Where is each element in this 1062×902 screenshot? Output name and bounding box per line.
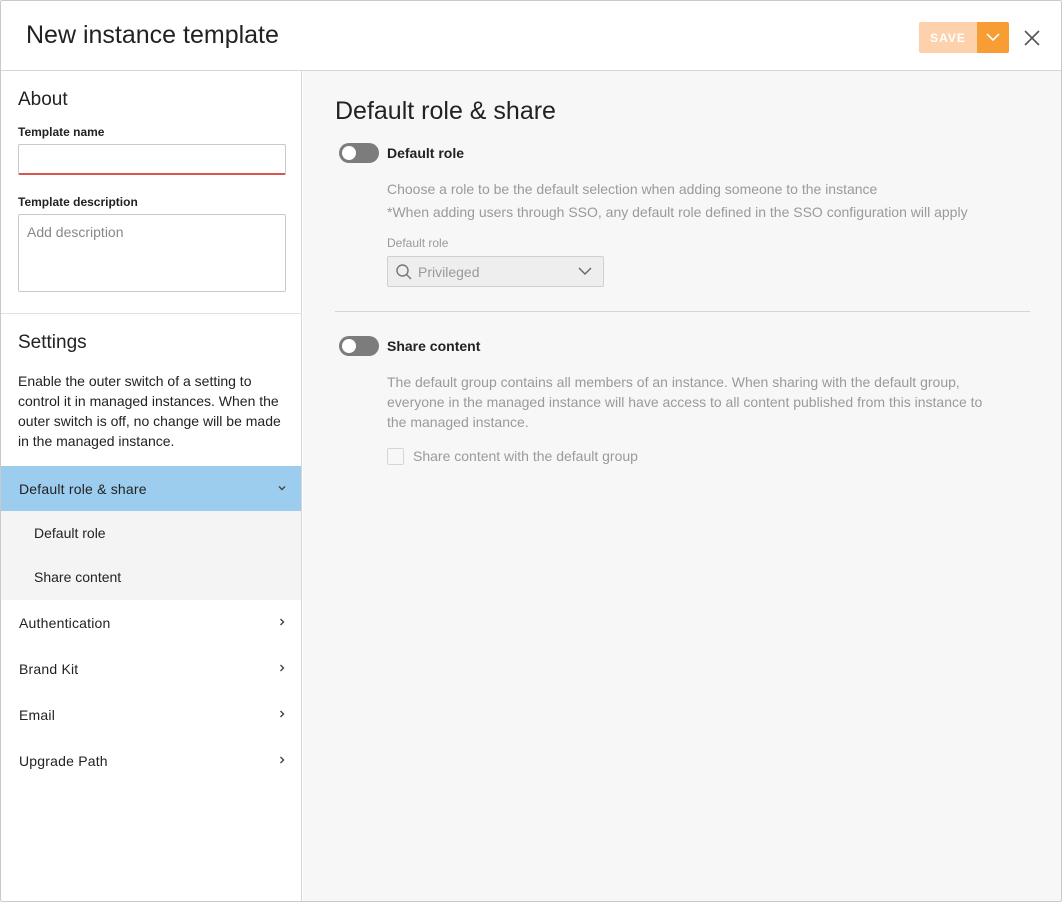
nav-email-label: Email bbox=[19, 707, 56, 723]
close-button[interactable] bbox=[1022, 28, 1042, 48]
template-name-label: Template name bbox=[18, 125, 105, 139]
default-role-label: Default role bbox=[387, 145, 465, 161]
share-content-checkbox[interactable] bbox=[387, 448, 404, 465]
chevron-right-icon bbox=[280, 710, 285, 718]
save-button-group: SAVE bbox=[919, 22, 1009, 53]
nav-upgrade-path-label: Upgrade Path bbox=[19, 753, 108, 769]
nav-brand-kit[interactable]: Brand Kit bbox=[1, 646, 301, 692]
settings-heading: Settings bbox=[18, 332, 87, 353]
about-heading: About bbox=[18, 89, 68, 110]
default-role-select-value: Privileged bbox=[418, 264, 480, 280]
toggle-knob bbox=[342, 146, 356, 160]
nav-brand-kit-label: Brand Kit bbox=[19, 661, 79, 677]
section-title: Default role & share bbox=[335, 97, 556, 125]
template-description-input[interactable] bbox=[18, 214, 286, 292]
settings-content: Default role & share Default role Choose… bbox=[303, 71, 1061, 901]
close-icon bbox=[1024, 30, 1040, 46]
instance-template-dialog: New instance template SAVE About Templat… bbox=[0, 0, 1062, 902]
share-content-description: The default group contains all members o… bbox=[387, 374, 983, 430]
settings-description: Enable the outer switch of a setting to … bbox=[18, 373, 281, 449]
chevron-right-icon bbox=[280, 756, 285, 764]
toggle-knob bbox=[342, 339, 356, 353]
dialog-title: New instance template bbox=[26, 21, 279, 49]
dialog-header: New instance template SAVE bbox=[1, 1, 1061, 71]
nav-default-role-share[interactable]: Default role & share bbox=[1, 466, 301, 512]
save-options-button[interactable] bbox=[977, 22, 1009, 53]
chevron-down-icon bbox=[986, 33, 1000, 42]
nav-authentication-label: Authentication bbox=[19, 615, 111, 631]
default-role-sso-note: *When adding users through SSO, any defa… bbox=[387, 204, 968, 220]
nav-subgroup: Default role Share content bbox=[1, 511, 301, 600]
save-button[interactable]: SAVE bbox=[919, 22, 977, 53]
default-role-select-label: Default role bbox=[387, 236, 449, 250]
nav-upgrade-path[interactable]: Upgrade Path bbox=[1, 738, 301, 784]
chevron-down-icon bbox=[578, 267, 592, 275]
sidebar-divider bbox=[1, 313, 302, 314]
nav-sub-share-content[interactable]: Share content bbox=[34, 569, 121, 585]
chevron-right-icon bbox=[280, 664, 285, 672]
template-description-label: Template description bbox=[18, 195, 138, 209]
settings-sidebar: About Template name Template description… bbox=[1, 71, 302, 901]
template-name-input[interactable] bbox=[18, 144, 286, 175]
share-content-toggle[interactable] bbox=[339, 336, 379, 356]
default-role-description: Choose a role to be the default selectio… bbox=[387, 181, 878, 197]
default-role-toggle[interactable] bbox=[339, 143, 379, 163]
nav-email[interactable]: Email bbox=[1, 692, 301, 738]
nav-sub-default-role[interactable]: Default role bbox=[34, 525, 106, 541]
nav-authentication[interactable]: Authentication bbox=[1, 600, 301, 646]
share-content-label: Share content bbox=[387, 338, 481, 354]
chevron-down-icon bbox=[278, 486, 286, 491]
search-icon bbox=[396, 264, 412, 280]
chevron-right-icon bbox=[280, 618, 285, 626]
section-divider bbox=[335, 311, 1030, 312]
nav-default-role-share-label: Default role & share bbox=[19, 481, 147, 497]
share-content-checkbox-label: Share content with the default group bbox=[413, 448, 638, 464]
default-role-select[interactable]: Privileged bbox=[387, 256, 604, 287]
